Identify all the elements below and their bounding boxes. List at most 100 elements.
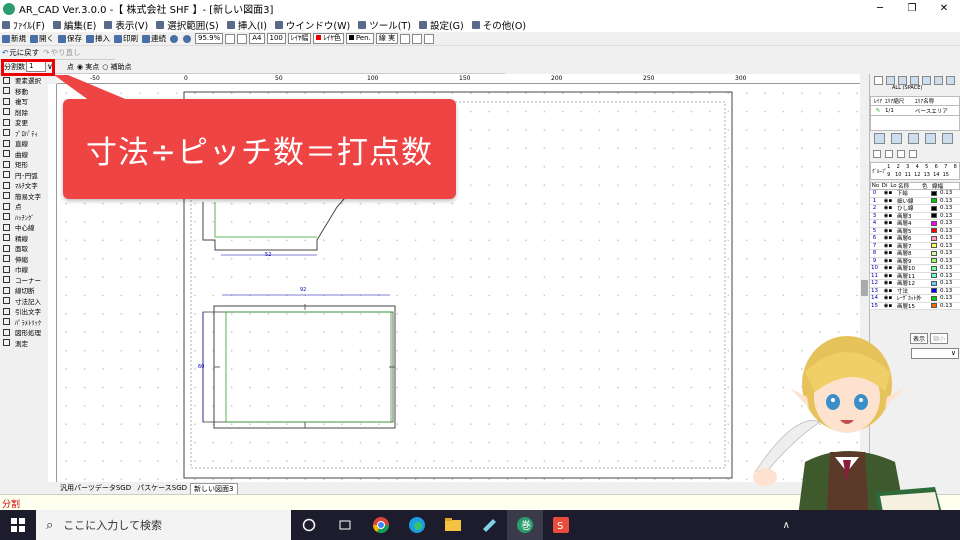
- search-box[interactable]: ⌕ ここに入力して検索: [36, 510, 291, 540]
- command-24[interactable]: 図形処理: [0, 327, 48, 338]
- window-layout-icon[interactable]: [412, 33, 423, 44]
- open-button[interactable]: 開く: [28, 33, 56, 45]
- command-22[interactable]: 引出文字: [0, 306, 48, 317]
- zoom-in-button[interactable]: [168, 33, 181, 45]
- start-button[interactable]: [0, 510, 36, 540]
- eye-lock-icon[interactable]: ◉▪: [879, 220, 897, 226]
- insert-button[interactable]: 挿入: [84, 33, 112, 45]
- eye-lock-icon[interactable]: ◉▪: [879, 205, 897, 211]
- maximize-button[interactable]: ❐: [896, 0, 928, 17]
- circle-icon[interactable]: [934, 76, 943, 85]
- group-number[interactable]: 12: [913, 171, 923, 179]
- group-number[interactable]: 14: [932, 171, 942, 179]
- cortana-icon[interactable]: [291, 510, 327, 540]
- command-17[interactable]: 伸縮: [0, 254, 48, 265]
- layer-list-icon[interactable]: [897, 150, 905, 158]
- group-number[interactable]: 3: [903, 163, 913, 171]
- layer-color-swatch[interactable]: [931, 273, 937, 279]
- new-button[interactable]: 新規: [0, 33, 28, 45]
- layer-color-swatch[interactable]: [931, 265, 937, 271]
- group-number[interactable]: 6: [932, 163, 942, 171]
- edge-icon[interactable]: [399, 510, 435, 540]
- layer-color-select[interactable]: ﾚｲﾔ色: [313, 33, 344, 44]
- group-number[interactable]: 5: [922, 163, 932, 171]
- chevron-up-icon[interactable]: ∧: [783, 520, 790, 531]
- layer-color-swatch[interactable]: [931, 205, 937, 211]
- layer-color-swatch[interactable]: [931, 228, 937, 234]
- command-20[interactable]: 線切断: [0, 285, 48, 296]
- group-number[interactable]: 11: [903, 171, 913, 179]
- paper-select[interactable]: A4: [249, 33, 265, 44]
- fit-icon[interactable]: [225, 33, 236, 44]
- triangle-icon[interactable]: [946, 76, 955, 85]
- layer-color-swatch[interactable]: [931, 258, 937, 264]
- command-16[interactable]: 面取: [0, 243, 48, 254]
- command-23[interactable]: ﾊﾟﾗﾒﾄﾘｯｸ: [0, 317, 48, 328]
- scroll-thumb[interactable]: [861, 280, 868, 296]
- eye-lock-icon[interactable]: ◉▪: [879, 280, 897, 286]
- tab-parts-data[interactable]: 汎用パーツデータSGD: [57, 483, 134, 494]
- eye-lock-icon[interactable]: ◉▪: [879, 213, 897, 219]
- command-21[interactable]: 寸法記入: [0, 296, 48, 307]
- save-button[interactable]: 保存: [56, 33, 84, 45]
- line-type-select[interactable]: 線 実: [375, 33, 399, 44]
- layer-width-select[interactable]: ﾚｲﾔ幅: [287, 33, 312, 44]
- command-11[interactable]: 簡易文字: [0, 191, 48, 202]
- minimize-button[interactable]: ─: [864, 0, 896, 17]
- layer-color-swatch[interactable]: [931, 280, 937, 286]
- eye-lock-icon[interactable]: ◉▪: [879, 243, 897, 249]
- group-number[interactable]: 1: [884, 163, 894, 171]
- menu-tools[interactable]: ツール(T): [356, 18, 417, 32]
- layer-color-swatch[interactable]: [931, 198, 937, 204]
- command-9[interactable]: 円･円弧: [0, 170, 48, 181]
- redo-button[interactable]: ↷ やり直し: [41, 47, 82, 59]
- zoom-select[interactable]: 95.9%: [195, 33, 224, 44]
- chrome-icon[interactable]: [363, 510, 399, 540]
- command-18[interactable]: 巾線: [0, 264, 48, 275]
- arrow-icon[interactable]: [910, 76, 919, 85]
- group-number[interactable]: 2: [894, 163, 904, 171]
- group-number[interactable]: 9: [884, 171, 894, 179]
- menu-edit[interactable]: 編集(E): [51, 18, 102, 32]
- eye-lock-icon[interactable]: ◉▪: [879, 288, 897, 294]
- monitor-icon[interactable]: [400, 33, 411, 44]
- command-13[interactable]: ﾊｯﾁﾝｸﾞ: [0, 212, 48, 223]
- area-row[interactable]: ✎ 1/1 ベースエリア: [870, 106, 960, 116]
- command-6[interactable]: 直線: [0, 138, 48, 149]
- layer-color-swatch[interactable]: [931, 250, 937, 256]
- command-14[interactable]: 中心線: [0, 222, 48, 233]
- eye-lock-icon[interactable]: ◉▪: [879, 198, 897, 204]
- group-number[interactable]: 4: [913, 163, 923, 171]
- layer-color-swatch[interactable]: [931, 295, 937, 301]
- delete-area-icon[interactable]: [891, 133, 902, 144]
- radio-aux-point[interactable]: ○ 補助点: [102, 62, 131, 72]
- command-25[interactable]: 測定: [0, 338, 48, 349]
- layout-icon[interactable]: [424, 33, 435, 44]
- layer-row[interactable]: 15 ◉▪ 画層15 0.13: [870, 302, 960, 310]
- arcad-icon[interactable]: 巻: [507, 510, 543, 540]
- pen-select[interactable]: Pen.: [345, 33, 374, 44]
- layer-color-swatch[interactable]: [931, 190, 937, 196]
- layer-color-swatch[interactable]: [931, 303, 937, 309]
- group-number[interactable]: 7: [941, 163, 951, 171]
- group-number[interactable]: 13: [922, 171, 932, 179]
- menu-other[interactable]: その他(O): [470, 18, 532, 32]
- eye-lock-icon[interactable]: ◉▪: [879, 250, 897, 256]
- group-number[interactable]: 8: [951, 163, 960, 171]
- print-button[interactable]: 印刷: [112, 33, 140, 45]
- command-7[interactable]: 曲線: [0, 149, 48, 160]
- group-number[interactable]: 15: [941, 171, 951, 179]
- arrow-icon[interactable]: [886, 76, 895, 85]
- command-15[interactable]: 精線: [0, 233, 48, 244]
- layer-option-icon[interactable]: [909, 150, 917, 158]
- eye-lock-icon[interactable]: ◉▪: [879, 190, 897, 196]
- eye-lock-icon[interactable]: ◉▪: [879, 295, 897, 301]
- add-area-icon[interactable]: [874, 133, 885, 144]
- layer-color-swatch[interactable]: [931, 213, 937, 219]
- notepad-icon[interactable]: [471, 510, 507, 540]
- menu-select[interactable]: 選択範囲(S): [154, 18, 224, 32]
- lock-icon[interactable]: [885, 150, 893, 158]
- command-4[interactable]: 変更: [0, 117, 48, 128]
- down-area-icon[interactable]: [925, 133, 936, 144]
- undo-button[interactable]: ↶ 元に戻す: [0, 47, 41, 59]
